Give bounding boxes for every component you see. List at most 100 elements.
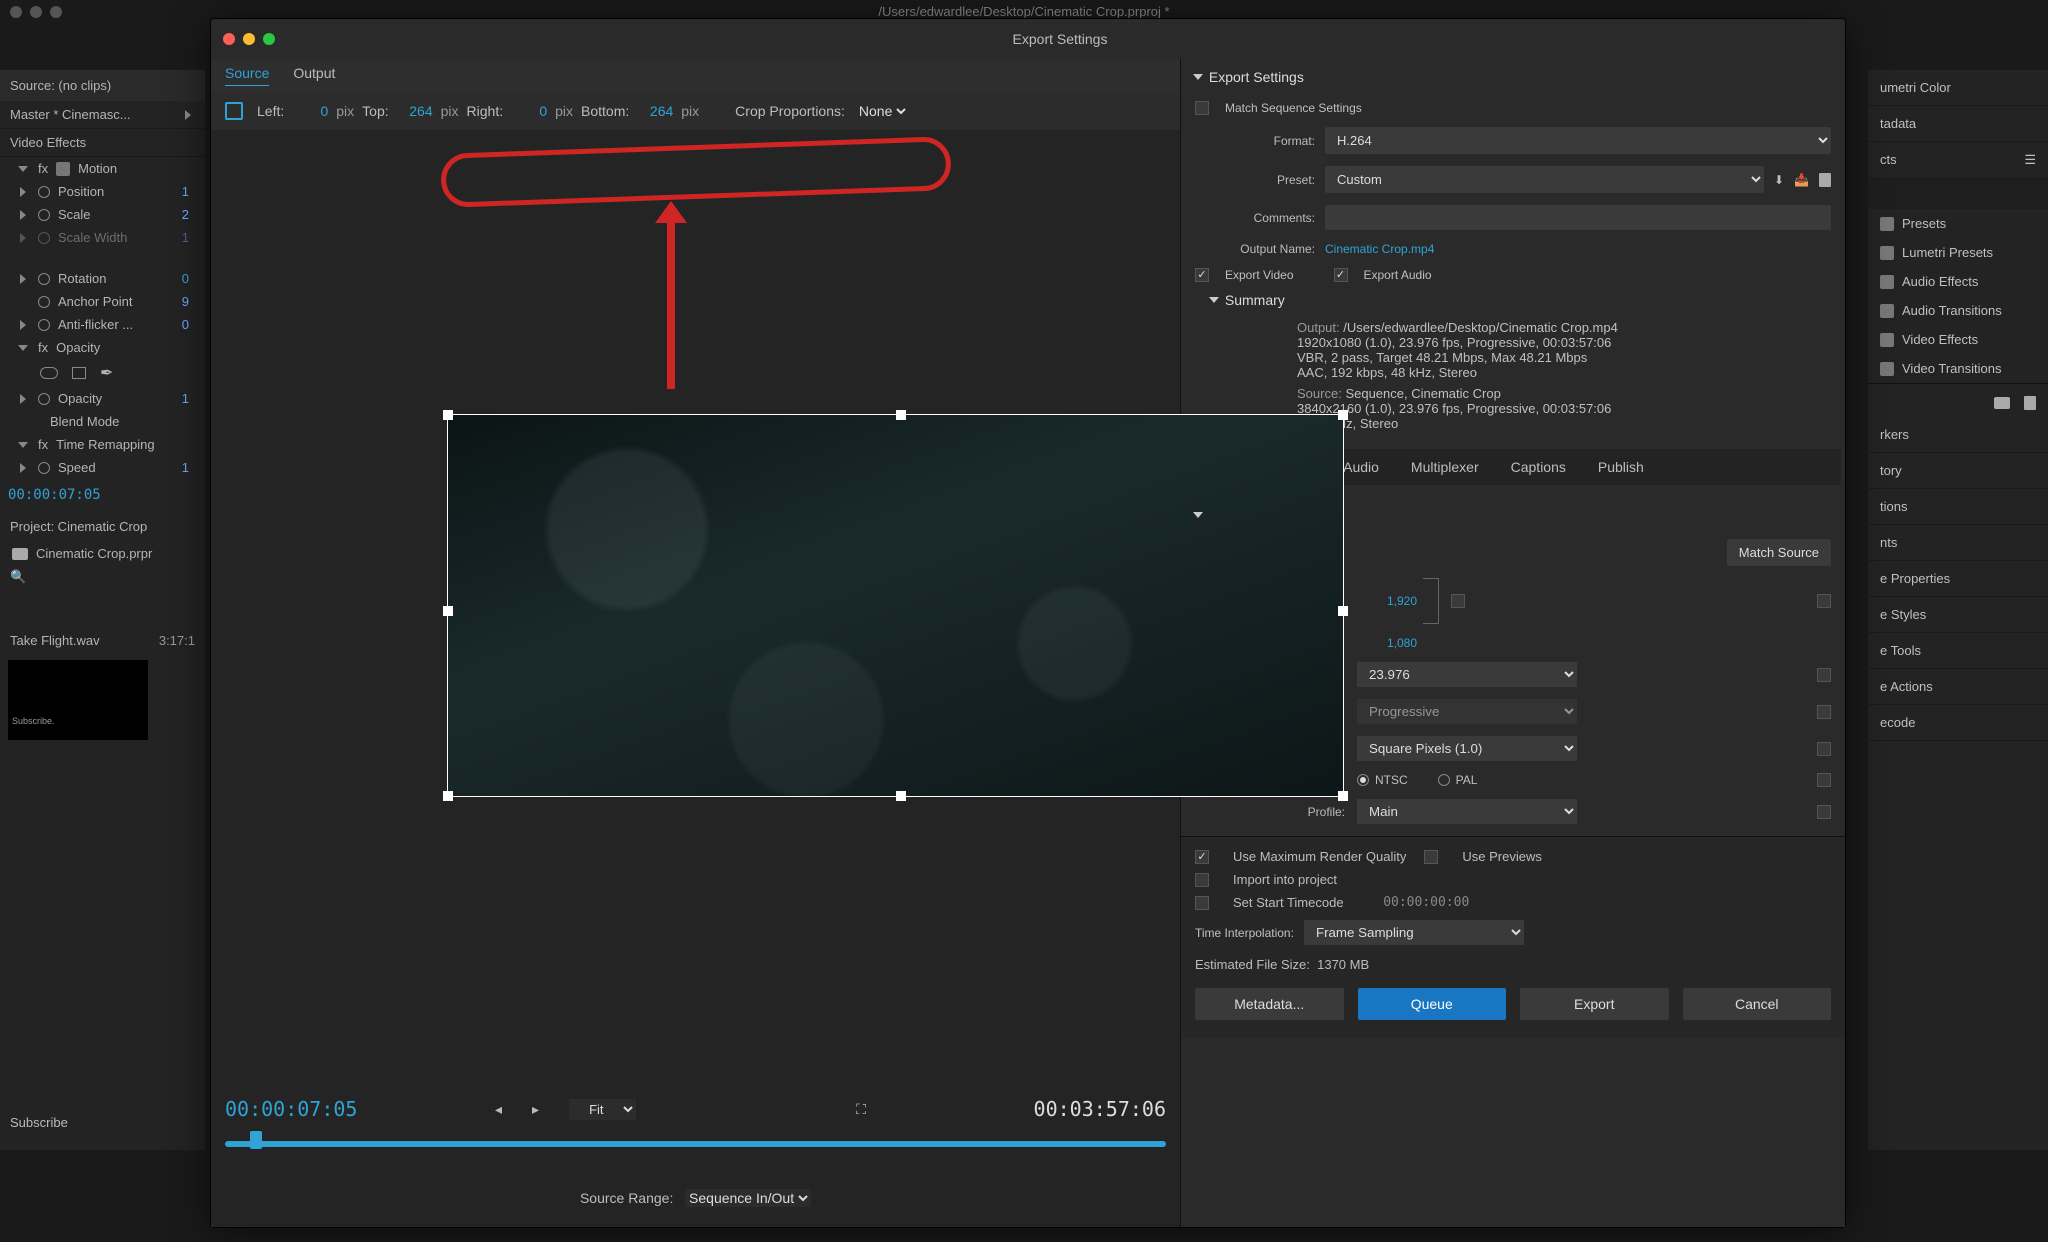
audio-fx-bin[interactable]: Audio Effects — [1902, 274, 1978, 289]
clip-thumbnail[interactable]: Subscribe. — [8, 660, 148, 740]
stopwatch-icon[interactable] — [38, 209, 50, 221]
video-tr-bin[interactable]: Video Transitions — [1902, 361, 2002, 376]
timecode-tab[interactable]: ecode — [1868, 705, 2048, 741]
disclosure-icon[interactable] — [20, 187, 26, 197]
delete-icon[interactable] — [2024, 396, 2036, 410]
use-previews-checkbox[interactable] — [1424, 850, 1438, 864]
actions-tab[interactable]: e Actions — [1868, 669, 2048, 705]
tab-multiplexer[interactable]: Multiplexer — [1395, 449, 1495, 485]
export-button[interactable]: Export — [1520, 988, 1669, 1020]
link-dimensions-icon[interactable] — [1423, 578, 1439, 624]
crop-left-value[interactable]: 0 — [292, 103, 328, 119]
panel-menu-icon[interactable]: ☰ — [2024, 152, 2036, 168]
effects-tab[interactable]: cts — [1880, 152, 1897, 168]
project-file-name[interactable]: Cinematic Crop.prpr — [36, 546, 152, 561]
width-match-toggle[interactable] — [1817, 594, 1831, 608]
search-icon[interactable]: 🔍 — [10, 569, 26, 585]
profile-select[interactable]: Main — [1357, 799, 1577, 824]
comments-field[interactable] — [1325, 205, 1831, 230]
step-back-icon[interactable]: ◂ — [495, 1101, 502, 1118]
timeline-track[interactable] — [225, 1141, 1166, 1147]
disclosure-icon[interactable] — [1193, 74, 1203, 80]
tab-publish[interactable]: Publish — [1582, 449, 1660, 485]
effect-controls-timecode[interactable]: 00:00:07:05 — [0, 479, 205, 511]
markers-tab[interactable]: rkers — [1868, 417, 2048, 453]
bin-icon[interactable] — [1880, 275, 1894, 289]
step-fwd-icon[interactable]: ▸ — [532, 1101, 539, 1118]
set-timecode-checkbox[interactable] — [1195, 896, 1209, 910]
profile-match-toggle[interactable] — [1817, 805, 1831, 819]
zoom-fit-select[interactable]: Fit — [569, 1099, 636, 1120]
crop-icon[interactable] — [225, 102, 243, 120]
aspect-select[interactable]: Square Pixels (1.0) — [1357, 736, 1577, 761]
import-project-checkbox[interactable] — [1195, 873, 1209, 887]
scale-value[interactable]: 2 — [182, 207, 189, 222]
bin-icon[interactable] — [1880, 304, 1894, 318]
queue-button[interactable]: Queue — [1358, 988, 1507, 1020]
width-value[interactable]: 1,920 — [1357, 594, 1417, 608]
stopwatch-icon[interactable] — [38, 393, 50, 405]
audio-tr-bin[interactable]: Audio Transitions — [1902, 303, 2002, 318]
pal-radio[interactable] — [1438, 774, 1450, 786]
tools-tab[interactable]: e Tools — [1868, 633, 2048, 669]
crop-bottom-value[interactable]: 264 — [637, 103, 673, 119]
stopwatch-icon[interactable] — [38, 273, 50, 285]
height-value[interactable]: 1,080 — [1357, 636, 1417, 650]
styles-tab[interactable]: e Styles — [1868, 597, 2048, 633]
fr-match-toggle[interactable] — [1817, 668, 1831, 682]
match-source-button[interactable]: Match Source — [1727, 539, 1831, 566]
in-timecode[interactable]: 00:00:07:05 — [225, 1097, 357, 1121]
fieldorder-select[interactable]: Progressive — [1357, 699, 1577, 724]
options-tab[interactable]: tions — [1868, 489, 2048, 525]
window-controls[interactable] — [211, 33, 275, 45]
clip-name[interactable]: Take Flight.wav — [10, 633, 100, 648]
bin-icon[interactable] — [1880, 333, 1894, 347]
ellipse-mask-icon[interactable] — [40, 367, 58, 379]
bin-icon[interactable] — [1880, 246, 1894, 260]
tab-output[interactable]: Output — [293, 65, 335, 86]
framerate-select[interactable]: 23.976 — [1357, 662, 1577, 687]
disclosure-icon[interactable] — [18, 166, 28, 172]
rect-mask-icon[interactable] — [72, 367, 86, 379]
tab-source[interactable]: Source — [225, 65, 269, 86]
chevron-right-icon[interactable] — [185, 110, 191, 120]
position-value[interactable]: 1 — [182, 184, 189, 199]
aspect-match-toggle[interactable] — [1817, 742, 1831, 756]
stopwatch-icon[interactable] — [38, 186, 50, 198]
disclosure-icon[interactable] — [20, 274, 26, 284]
history-tab[interactable]: tory — [1868, 453, 2048, 489]
playhead[interactable] — [250, 1131, 262, 1149]
disclosure-icon[interactable] — [18, 345, 28, 351]
max-render-checkbox[interactable] — [1195, 850, 1209, 864]
new-bin-icon[interactable] — [1994, 397, 2010, 409]
tab-captions[interactable]: Captions — [1495, 449, 1582, 485]
output-name-link[interactable]: Cinematic Crop.mp4 — [1325, 242, 1434, 256]
disclosure-icon[interactable] — [1193, 512, 1203, 518]
ntsc-radio[interactable] — [1357, 774, 1369, 786]
aspect-correction-icon[interactable]: ⛶ — [856, 1101, 866, 1118]
delete-preset-icon[interactable] — [1819, 173, 1831, 187]
export-video-checkbox[interactable] — [1195, 268, 1209, 282]
import-preset-icon[interactable]: 📥 — [1794, 173, 1809, 187]
ents-tab[interactable]: nts — [1868, 525, 2048, 561]
preview-image[interactable] — [447, 414, 1344, 797]
stopwatch-icon[interactable] — [38, 462, 50, 474]
save-preset-icon[interactable]: ⬇ — [1774, 173, 1784, 187]
export-audio-checkbox[interactable] — [1334, 268, 1348, 282]
tv-match-toggle[interactable] — [1817, 773, 1831, 787]
lumetri-bin[interactable]: Lumetri Presets — [1902, 245, 1993, 260]
time-interp-select[interactable]: Frame Sampling — [1304, 920, 1524, 945]
crop-top-value[interactable]: 264 — [397, 103, 433, 119]
fo-match-toggle[interactable] — [1817, 705, 1831, 719]
disclosure-icon[interactable] — [20, 320, 26, 330]
start-timecode-value[interactable]: 00:00:00:00 — [1383, 895, 1469, 910]
width-lock[interactable] — [1451, 594, 1465, 608]
properties-tab[interactable]: e Properties — [1868, 561, 2048, 597]
disclosure-icon[interactable] — [18, 442, 28, 448]
disclosure-icon[interactable] — [20, 210, 26, 220]
crop-proportions-select[interactable]: None — [855, 102, 909, 120]
metadata-button[interactable]: Metadata... — [1195, 988, 1344, 1020]
format-select[interactable]: H.264 — [1325, 127, 1831, 154]
match-sequence-checkbox[interactable] — [1195, 101, 1209, 115]
pen-mask-icon[interactable]: ✒ — [100, 363, 113, 383]
